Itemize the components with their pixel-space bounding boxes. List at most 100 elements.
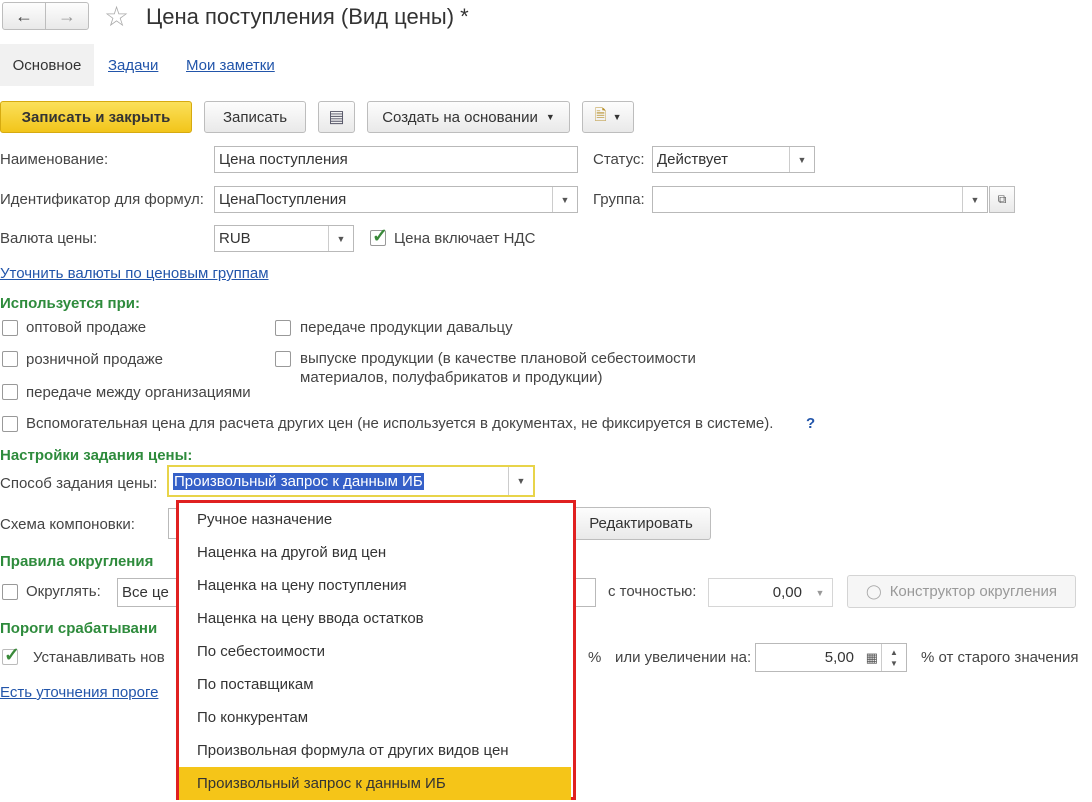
precision-select[interactable]: 0,00 ▼ bbox=[708, 578, 833, 607]
name-input[interactable]: Цена поступления bbox=[214, 146, 578, 173]
chevron-down-icon: ▼ bbox=[612, 112, 622, 122]
document-clock-icon: 🗎 bbox=[594, 106, 607, 124]
dropdown-item-label: Наценка на цену ввода остатков bbox=[197, 610, 424, 627]
retail-label: розничной продаже bbox=[26, 351, 163, 368]
dropdown-item[interactable]: Ручное назначение bbox=[179, 503, 571, 536]
dropdown-item-label: Произвольный запрос к данным ИБ bbox=[197, 775, 446, 792]
dropdown-item[interactable]: По конкурентам bbox=[179, 701, 571, 734]
scheme-label: Схема компоновки: bbox=[0, 516, 135, 533]
forward-button[interactable]: → bbox=[45, 2, 89, 30]
set-new-label: Устанавливать нов bbox=[33, 649, 165, 666]
dropdown-item-label: По себестоимости bbox=[197, 643, 326, 660]
tab-tasks[interactable]: Задачи bbox=[108, 57, 158, 74]
thresholds-header: Пороги срабатывани bbox=[0, 620, 158, 637]
calculator-icon[interactable]: ▦ bbox=[866, 650, 878, 666]
chevron-down-icon: ▼ bbox=[545, 112, 555, 122]
save-and-close-button[interactable]: Записать и закрыть bbox=[0, 101, 192, 133]
auxiliary-label: Вспомогательная цена для расчета других … bbox=[26, 415, 774, 432]
rounding-constructor-button[interactable]: ◯ Конструктор округления bbox=[847, 575, 1076, 608]
arrow-right-icon: → bbox=[58, 5, 76, 26]
save-button[interactable]: Записать bbox=[204, 101, 306, 133]
save-label: Записать bbox=[222, 108, 288, 126]
dropdown-item[interactable]: Наценка на цену поступления bbox=[179, 569, 571, 602]
report-button[interactable]: ▤ bbox=[318, 101, 355, 133]
refine-currencies-link[interactable]: Уточнить валюты по ценовым группам bbox=[0, 265, 269, 282]
group-open-button[interactable]: ⧉ bbox=[989, 186, 1015, 213]
precision-value: 0,00 bbox=[772, 584, 802, 601]
price-settings-header: Настройки задания цены: bbox=[0, 447, 193, 464]
chevron-down-icon[interactable]: ▼ bbox=[508, 467, 533, 495]
price-method-dropdown: Ручное назначение Наценка на другой вид … bbox=[176, 500, 576, 800]
name-label: Наименование: bbox=[0, 151, 109, 168]
name-value: Цена поступления bbox=[219, 151, 348, 168]
rounding-constructor-label: Конструктор округления bbox=[889, 583, 1057, 600]
between-orgs-checkbox[interactable] bbox=[2, 384, 18, 400]
method-select[interactable]: Произвольный запрос к данным ИБ ▼ bbox=[167, 465, 535, 497]
dropdown-item[interactable]: Произвольная формула от других видов цен bbox=[179, 734, 571, 767]
auxiliary-checkbox[interactable] bbox=[2, 416, 18, 432]
of-old-label: % от старого значения bbox=[921, 649, 1079, 666]
vat-included-checkbox[interactable]: ✓ bbox=[370, 226, 388, 247]
create-based-button[interactable]: Создать на основании ▼ bbox=[367, 101, 570, 133]
between-orgs-label: передаче между организациями bbox=[26, 384, 251, 401]
formula-id-label: Идентификатор для формул: bbox=[0, 191, 204, 208]
dropdown-item-selected[interactable]: Произвольный запрос к данным ИБ bbox=[179, 767, 571, 800]
increase-input[interactable]: 5,00 ▦ ▲ ▼ bbox=[755, 643, 907, 672]
percent-sign: % bbox=[588, 649, 602, 666]
increase-value: 5,00 bbox=[824, 649, 854, 666]
currency-label: Валюта цены: bbox=[0, 230, 98, 247]
retail-checkbox[interactable] bbox=[2, 351, 18, 367]
currency-value: RUB bbox=[219, 230, 251, 247]
set-new-checkbox[interactable]: ✓ bbox=[2, 645, 20, 666]
formula-id-input[interactable]: ЦенаПоступления ▼ bbox=[214, 186, 578, 213]
dropdown-item-label: По конкурентам bbox=[197, 709, 309, 726]
chevron-down-icon[interactable]: ▼ bbox=[808, 579, 832, 606]
vat-included-label: Цена включает НДС bbox=[394, 230, 536, 247]
production-label: выпуске продукции (в качестве плановой с… bbox=[300, 350, 696, 367]
checkmark-icon: ✓ bbox=[372, 226, 388, 247]
checkmark-icon: ✓ bbox=[4, 645, 20, 666]
status-value: Действует bbox=[657, 151, 728, 168]
formula-id-value: ЦенаПоступления bbox=[219, 191, 347, 208]
dropdown-item-label: Наценка на другой вид цен bbox=[197, 544, 387, 561]
create-based-label: Создать на основании bbox=[382, 108, 538, 126]
chevron-down-icon[interactable]: ▼ bbox=[962, 187, 987, 212]
edit-button[interactable]: Редактировать bbox=[571, 507, 711, 540]
print-menu-button[interactable]: 🗎 ▼ bbox=[582, 101, 634, 133]
group-input[interactable]: ▼ bbox=[652, 186, 988, 213]
rounding-header: Правила округления bbox=[0, 553, 154, 570]
chevron-down-icon[interactable]: ▼ bbox=[789, 147, 814, 172]
arrow-left-icon: ← bbox=[15, 5, 33, 26]
wholesale-checkbox[interactable] bbox=[2, 320, 18, 336]
round-select[interactable]: Все це bbox=[117, 578, 179, 607]
round-label: Округлять: bbox=[26, 583, 101, 600]
dropdown-item[interactable]: Наценка на цену ввода остатков bbox=[179, 602, 571, 635]
round-checkbox[interactable] bbox=[2, 584, 18, 600]
open-window-icon: ⧉ bbox=[997, 192, 1007, 206]
edit-label: Редактировать bbox=[589, 515, 693, 532]
status-select[interactable]: Действует ▼ bbox=[652, 146, 815, 173]
dropdown-item[interactable]: По поставщикам bbox=[179, 668, 571, 701]
dropdown-item-label: По поставщикам bbox=[197, 676, 314, 693]
back-button[interactable]: ← bbox=[2, 2, 46, 30]
tab-main[interactable]: Основное bbox=[0, 44, 94, 86]
dropdown-item-label: Наценка на цену поступления bbox=[197, 577, 407, 594]
spinner-icon[interactable]: ▲ ▼ bbox=[881, 644, 906, 671]
group-label: Группа: bbox=[593, 191, 645, 208]
production-checkbox[interactable] bbox=[275, 351, 291, 367]
document-list-icon: ▤ bbox=[328, 107, 345, 126]
dropdown-item-label: Ручное назначение bbox=[197, 511, 333, 528]
chevron-down-icon[interactable]: ▼ bbox=[328, 226, 353, 251]
currency-select[interactable]: RUB ▼ bbox=[214, 225, 354, 252]
status-label: Статус: bbox=[593, 151, 645, 168]
precision-label: с точностью: bbox=[608, 583, 697, 600]
tab-main-label: Основное bbox=[12, 56, 82, 74]
refine-thresholds-link[interactable]: Есть уточнения пороге bbox=[0, 684, 158, 701]
tab-notes[interactable]: Мои заметки bbox=[186, 57, 275, 74]
help-icon[interactable]: ? bbox=[806, 415, 815, 432]
chevron-down-icon[interactable]: ▼ bbox=[552, 187, 577, 212]
favorite-star-icon[interactable]: ☆ bbox=[104, 0, 129, 33]
dropdown-item[interactable]: По себестоимости bbox=[179, 635, 571, 668]
to-supplier-checkbox[interactable] bbox=[275, 320, 291, 336]
dropdown-item[interactable]: Наценка на другой вид цен bbox=[179, 536, 571, 569]
